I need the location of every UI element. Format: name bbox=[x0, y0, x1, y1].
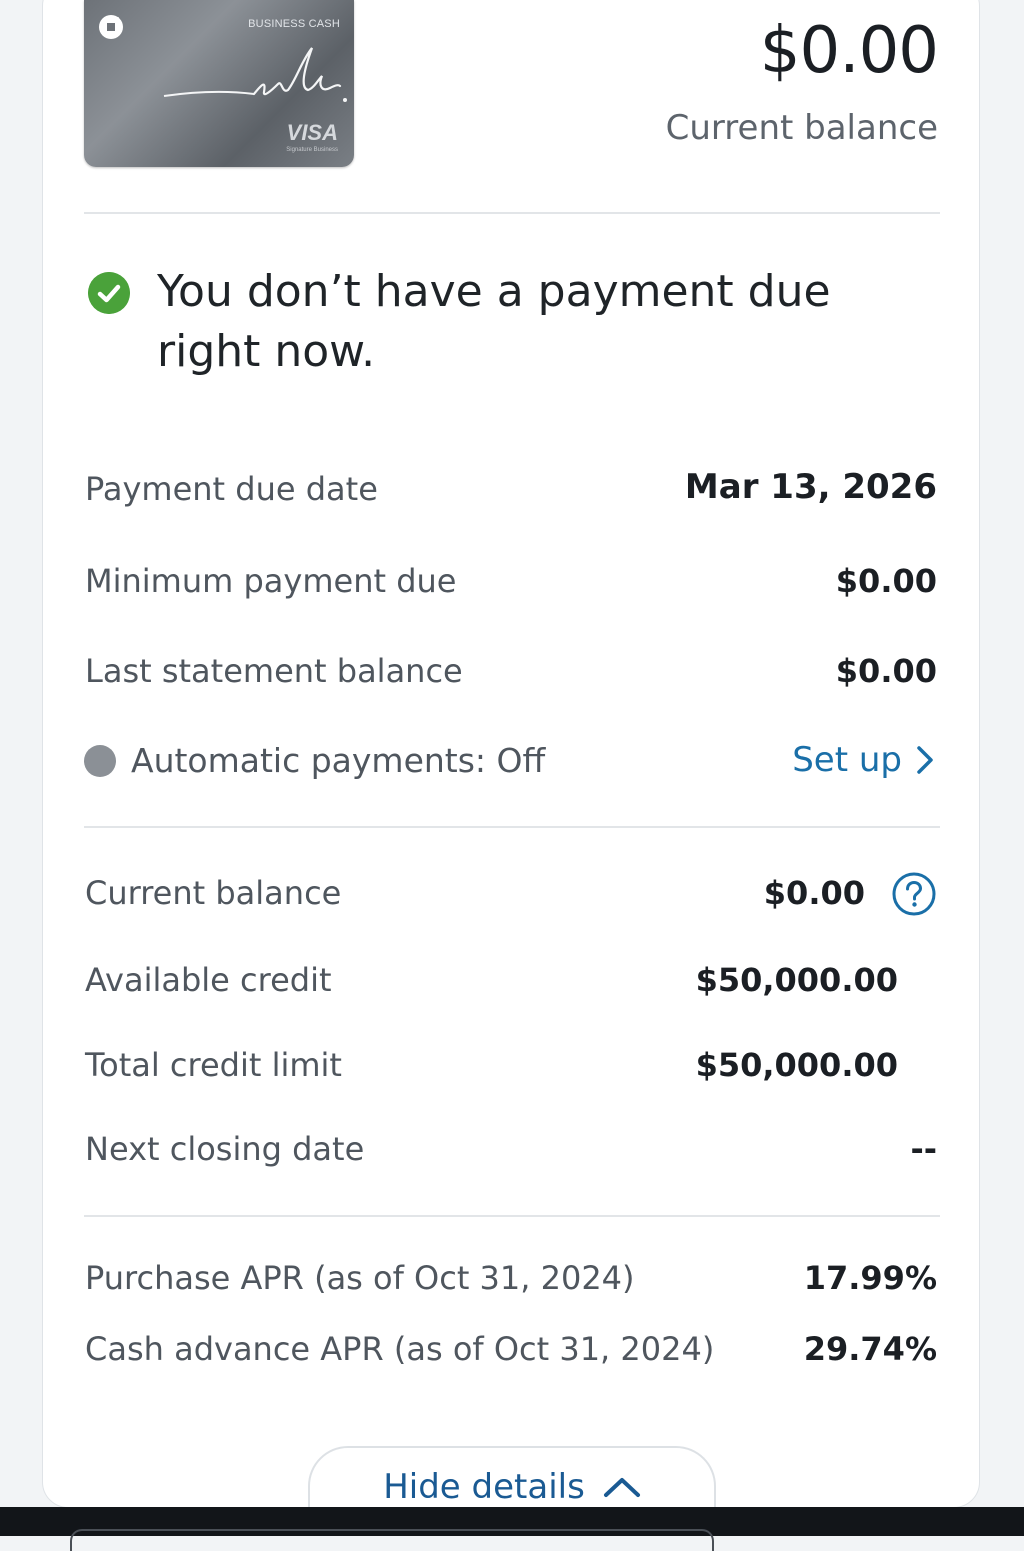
divider bbox=[84, 212, 940, 214]
cash-advance-apr-value: 29.74% bbox=[803, 1330, 937, 1368]
credit-card-image: BUSINESS CASH VISA Signature Business bbox=[84, 0, 354, 167]
divider bbox=[84, 826, 940, 828]
credit-current-balance-label: Current balance bbox=[85, 874, 342, 912]
check-circle-icon bbox=[88, 272, 130, 314]
autopay-label: Automatic payments: Off bbox=[131, 741, 546, 780]
payment-status-message: You don’t have a payment due right now. bbox=[157, 266, 831, 377]
total-credit-limit-value: $50,000.00 bbox=[695, 1046, 898, 1084]
help-question-icon[interactable] bbox=[892, 872, 936, 916]
last-statement-label: Last statement balance bbox=[85, 652, 463, 690]
ink-logo bbox=[163, 47, 347, 102]
last-statement-value: $0.00 bbox=[835, 652, 937, 690]
current-balance-amount: $0.00 bbox=[759, 14, 939, 88]
current-balance-label: Current balance bbox=[665, 108, 938, 148]
next-closing-date-label: Next closing date bbox=[85, 1130, 365, 1168]
chase-logo-icon bbox=[99, 15, 123, 39]
payment-due-date-value: Mar 13, 2026 bbox=[684, 467, 937, 507]
purchase-apr-value: 17.99% bbox=[803, 1259, 937, 1297]
purchase-apr-label: Purchase APR (as of Oct 31, 2024) bbox=[85, 1259, 635, 1297]
bottom-bar-edge bbox=[70, 1529, 714, 1551]
available-credit-label: Available credit bbox=[85, 961, 332, 999]
minimum-payment-label: Minimum payment due bbox=[85, 562, 457, 600]
card-network-logo: VISA bbox=[286, 120, 338, 145]
divider bbox=[84, 1215, 940, 1217]
bottom-navigation-bar bbox=[0, 1507, 1024, 1551]
credit-current-balance-value: $0.00 bbox=[763, 874, 865, 912]
autopay-status-dot bbox=[84, 745, 116, 777]
payment-due-date-label: Payment due date bbox=[85, 470, 378, 508]
minimum-payment-value: $0.00 bbox=[835, 562, 937, 600]
total-credit-limit-label: Total credit limit bbox=[85, 1046, 342, 1084]
setup-autopay-link[interactable]: Set up bbox=[792, 740, 934, 780]
chevron-right-icon bbox=[917, 746, 933, 774]
cash-advance-apr-label: Cash advance APR (as of Oct 31, 2024) bbox=[85, 1330, 715, 1368]
hide-details-label: Hide details bbox=[383, 1467, 585, 1507]
available-credit-value: $50,000.00 bbox=[695, 961, 898, 999]
card-product-name: BUSINESS CASH bbox=[248, 18, 340, 30]
setup-autopay-label: Set up bbox=[792, 740, 902, 780]
chevron-up-icon bbox=[603, 1478, 640, 1497]
card-network-subtitle: Signature Business bbox=[286, 147, 338, 153]
next-closing-date-value: -- bbox=[910, 1130, 937, 1168]
